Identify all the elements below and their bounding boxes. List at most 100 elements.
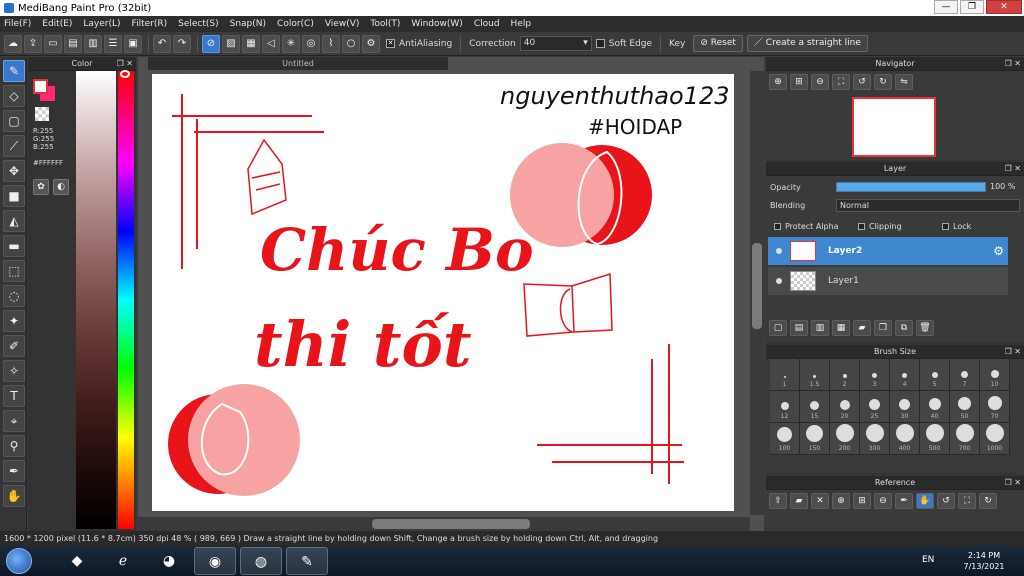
- brush-size-option[interactable]: 300: [860, 423, 890, 455]
- comment-icon[interactable]: ▭: [44, 34, 62, 53]
- rotate-right-icon[interactable]: ↻: [874, 74, 892, 90]
- chrome-icon[interactable]: ◉: [194, 547, 236, 575]
- duplicate-layer-icon[interactable]: ❐: [874, 320, 892, 336]
- brush-size-option[interactable]: 100: [770, 423, 800, 455]
- fill-rect-tool-icon[interactable]: ■: [3, 185, 25, 207]
- share-icon[interactable]: ⇪: [24, 34, 42, 53]
- move-tool-icon[interactable]: ✥: [3, 160, 25, 182]
- new-1bit-layer-icon[interactable]: ▦: [832, 320, 850, 336]
- dot-tool-icon[interactable]: ▢: [3, 110, 25, 132]
- navigator-preview[interactable]: [852, 97, 936, 157]
- zoom-actual-icon[interactable]: ⊞: [790, 74, 808, 90]
- panel-float-icon[interactable]: ❐ ✕: [1005, 476, 1021, 490]
- lock-checkbox[interactable]: [942, 223, 949, 230]
- fit-icon[interactable]: ⛶: [958, 493, 976, 509]
- visual-studio-icon[interactable]: ◆: [56, 547, 98, 575]
- brush-size-option[interactable]: 700: [950, 423, 980, 455]
- rotate-right-icon[interactable]: ↻: [979, 493, 997, 509]
- create-straight-line-button[interactable]: ／ Create a straight line: [746, 35, 868, 52]
- layer-item-layer1[interactable]: Layer1: [768, 267, 1008, 295]
- merge-down-icon[interactable]: ⧉: [895, 320, 913, 336]
- magic-wand-tool-icon[interactable]: ✦: [3, 310, 25, 332]
- clipping-checkbox[interactable]: [858, 223, 865, 230]
- brush-size-option[interactable]: 10: [980, 359, 1010, 391]
- minimize-button[interactable]: —: [934, 0, 958, 14]
- panel-float-icon[interactable]: ❐ ✕: [117, 57, 133, 71]
- brush-size-option[interactable]: 1000: [980, 423, 1010, 455]
- panel-float-icon[interactable]: ❐ ✕: [1005, 162, 1021, 176]
- canvas-vertical-scrollbar[interactable]: [750, 71, 764, 515]
- brush-size-option[interactable]: 5: [920, 359, 950, 391]
- foreground-color-swatch[interactable]: [33, 79, 48, 94]
- document-icon[interactable]: ▥: [84, 34, 102, 53]
- opacity-slider[interactable]: [836, 182, 986, 192]
- chat-icon[interactable]: ▤: [64, 34, 82, 53]
- visibility-icon[interactable]: [776, 248, 782, 254]
- rotate-left-icon[interactable]: ↺: [853, 74, 871, 90]
- upload-icon[interactable]: ⇧: [769, 493, 787, 509]
- layer-item-layer2[interactable]: Layer2 ⚙: [768, 237, 1008, 265]
- menu-layer[interactable]: Layer(L): [83, 19, 120, 29]
- brush-size-option[interactable]: 1: [770, 359, 800, 391]
- brush-tool-icon[interactable]: ✎: [3, 60, 25, 82]
- fit-icon[interactable]: ⛶: [832, 74, 850, 90]
- menu-cloud[interactable]: Cloud: [474, 19, 500, 29]
- visibility-icon[interactable]: [776, 278, 782, 284]
- lasso-tool-icon[interactable]: ◌: [3, 285, 25, 307]
- close-reference-icon[interactable]: ✕: [811, 493, 829, 509]
- zoom-out-icon[interactable]: ⊖: [874, 493, 892, 509]
- menu-file[interactable]: File(F): [4, 19, 31, 29]
- brush-size-option[interactable]: 7: [950, 359, 980, 391]
- brush-size-option[interactable]: 20: [830, 391, 860, 423]
- soft-edge-checkbox[interactable]: [595, 39, 605, 48]
- menu-edit[interactable]: Edit(E): [42, 19, 72, 29]
- canvas-horizontal-scrollbar[interactable]: [138, 517, 750, 531]
- snap-off-icon[interactable]: ⊘: [202, 34, 220, 53]
- ellipse-snap-icon[interactable]: ○: [342, 34, 360, 53]
- coccoc-browser-icon[interactable]: ◕: [148, 547, 190, 575]
- brush-size-option[interactable]: 25: [860, 391, 890, 423]
- color-settings-icon[interactable]: ◐: [53, 179, 69, 195]
- lock-toggle[interactable]: Lock: [942, 222, 971, 231]
- drawing-canvas[interactable]: nguyenthuthao123 #HOIDAP Chúc Bo thi tốt: [152, 74, 734, 511]
- maximize-button[interactable]: ❐: [960, 0, 984, 14]
- document-tab[interactable]: Untitled: [148, 57, 448, 70]
- brush-size-option[interactable]: 4: [890, 359, 920, 391]
- parallel-snap-icon[interactable]: ▨: [222, 34, 240, 53]
- menu-color[interactable]: Color(C): [277, 19, 314, 29]
- zoom-in-icon[interactable]: ⊕: [832, 493, 850, 509]
- saturation-value-picker[interactable]: [76, 71, 116, 529]
- clipping-toggle[interactable]: Clipping: [858, 222, 902, 231]
- internet-explorer-icon[interactable]: ℯ: [102, 547, 144, 575]
- bucket-tool-icon[interactable]: ◭: [3, 210, 25, 232]
- operation-tool-icon[interactable]: ⌖: [3, 410, 25, 432]
- eyedropper-icon[interactable]: ✒: [895, 493, 913, 509]
- hand-tool-icon[interactable]: ✋: [3, 485, 25, 507]
- brush-size-option[interactable]: 15: [800, 391, 830, 423]
- brush-size-option[interactable]: 12: [770, 391, 800, 423]
- hue-marker[interactable]: [120, 70, 130, 78]
- menu-filter[interactable]: Filter(R): [132, 19, 168, 29]
- select-eraser-tool-icon[interactable]: ✧: [3, 360, 25, 382]
- brush-size-option[interactable]: 200: [830, 423, 860, 455]
- rotate-left-icon[interactable]: ↺: [937, 493, 955, 509]
- layer-settings-icon[interactable]: ⚙: [993, 244, 1004, 258]
- brush-size-option[interactable]: 500: [920, 423, 950, 455]
- perspective-snap-icon[interactable]: ◁: [262, 34, 280, 53]
- brush-size-option[interactable]: 70: [980, 391, 1010, 423]
- zoom-in-icon[interactable]: ⊕: [769, 74, 787, 90]
- radial-snap-icon[interactable]: ✳: [282, 34, 300, 53]
- grid-snap-icon[interactable]: ▦: [242, 34, 260, 53]
- undo-icon[interactable]: ↶: [153, 34, 171, 53]
- open-folder-icon[interactable]: ▰: [790, 493, 808, 509]
- medibang-icon[interactable]: ◍: [240, 547, 282, 575]
- brush-size-option[interactable]: 50: [950, 391, 980, 423]
- list-icon[interactable]: ☰: [104, 34, 122, 53]
- menu-view[interactable]: View(V): [325, 19, 360, 29]
- correction-select[interactable]: 40: [519, 36, 592, 51]
- hue-slider[interactable]: [118, 71, 134, 529]
- system-clock[interactable]: 2:14 PM 7/13/2021: [962, 550, 1006, 572]
- cloud-icon[interactable]: ☁: [4, 34, 22, 53]
- zoom-actual-icon[interactable]: ⊞: [853, 493, 871, 509]
- select-pen-tool-icon[interactable]: ✐: [3, 335, 25, 357]
